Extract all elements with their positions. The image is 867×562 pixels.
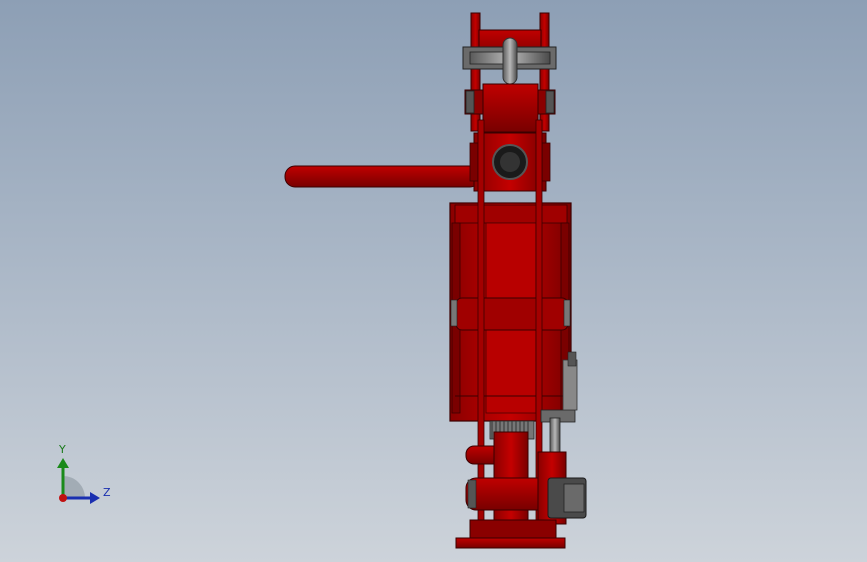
base-plate[interactable]	[455, 537, 566, 549]
main-housing[interactable]	[449, 202, 572, 422]
triad-y-label: Y	[59, 443, 66, 456]
z-axis-arrow-icon	[90, 492, 100, 504]
assembly-model-side-view[interactable]	[0, 0, 867, 562]
lower-roller-assembly[interactable]	[465, 431, 587, 539]
y-axis-arrow-icon	[57, 458, 69, 468]
lever-handle[interactable]	[284, 165, 481, 188]
x-axis-origin-icon	[59, 494, 67, 502]
top-clevis[interactable]	[462, 12, 557, 133]
orientation-triad	[57, 458, 100, 504]
triad-z-label: Z	[103, 486, 111, 499]
cad-graphics-viewport[interactable]: Y Z	[0, 0, 867, 562]
triad-plane-quadrant	[63, 476, 85, 498]
